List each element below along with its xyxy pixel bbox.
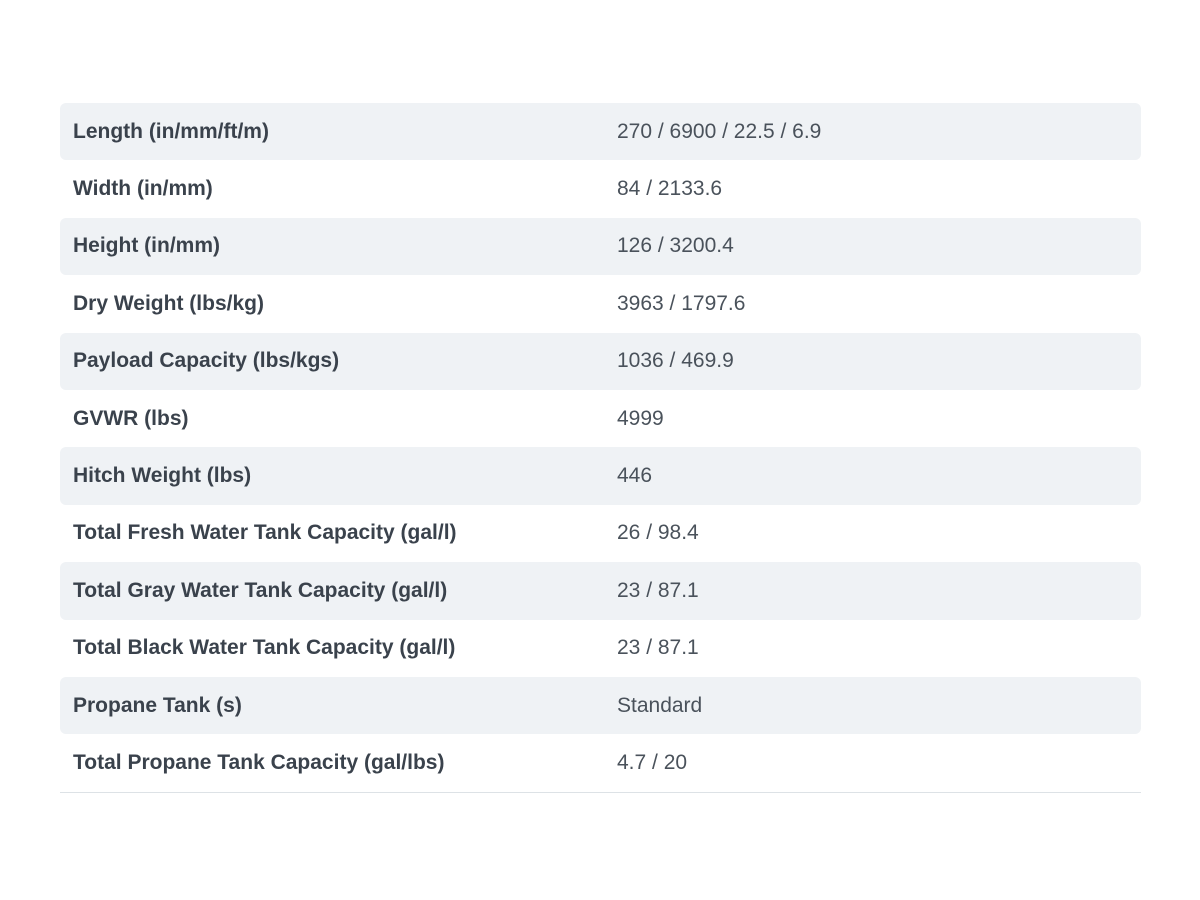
spec-label: Payload Capacity (lbs/kgs) bbox=[73, 349, 340, 373]
spec-value: 23 / 87.1 bbox=[617, 636, 699, 660]
spec-label: Hitch Weight (lbs) bbox=[73, 464, 252, 488]
spec-row-black-water-tank: Total Black Water Tank Capacity (gal/l) … bbox=[60, 620, 1141, 677]
spec-value: 23 / 87.1 bbox=[617, 578, 699, 602]
spec-value: 3963 / 1797.6 bbox=[617, 291, 746, 315]
spec-row-gray-water-tank: Total Gray Water Tank Capacity (gal/l) 2… bbox=[60, 562, 1141, 620]
spec-label: Propane Tank (s) bbox=[73, 693, 242, 717]
spec-row-height: Height (in/mm) 126 / 3200.4 bbox=[60, 217, 1141, 276]
spec-label: Total Fresh Water Tank Capacity (gal/l) bbox=[73, 521, 457, 545]
spec-label: Total Black Water Tank Capacity (gal/l) bbox=[73, 636, 456, 660]
spec-row-length: Length (in/mm/ft/m) 270 / 6900 / 22.5 / … bbox=[60, 103, 1141, 161]
spec-value: 4.7 / 20 bbox=[617, 750, 688, 774]
spec-label: Length (in/mm/ft/m) bbox=[73, 119, 269, 143]
spec-label: Width (in/mm) bbox=[73, 177, 213, 201]
spec-value: Standard bbox=[617, 693, 703, 717]
spec-row-fresh-water-tank: Total Fresh Water Tank Capacity (gal/l) … bbox=[60, 505, 1141, 562]
spec-value: 84 / 2133.6 bbox=[617, 177, 723, 201]
spec-row-propane-tank: Propane Tank (s) Standard bbox=[60, 676, 1141, 735]
spec-row-hitch-weight: Hitch Weight (lbs) 446 bbox=[60, 447, 1141, 505]
spec-label: GVWR (lbs) bbox=[73, 406, 189, 430]
spec-label: Total Gray Water Tank Capacity (gal/l) bbox=[73, 578, 448, 602]
spec-value: 126 / 3200.4 bbox=[617, 234, 734, 258]
spec-label: Total Propane Tank Capacity (gal/lbs) bbox=[73, 750, 445, 774]
spec-row-dry-weight: Dry Weight (lbs/kg) 3963 / 1797.6 bbox=[60, 275, 1141, 332]
spec-row-gvwr: GVWR (lbs) 4999 bbox=[60, 390, 1141, 447]
specifications-table: Length (in/mm/ft/m) 270 / 6900 / 22.5 / … bbox=[60, 103, 1141, 793]
spec-value: 4999 bbox=[617, 406, 664, 430]
spec-row-payload-capacity: Payload Capacity (lbs/kgs) 1036 / 469.9 bbox=[60, 332, 1141, 390]
spec-value: 446 bbox=[617, 464, 653, 488]
spec-value: 270 / 6900 / 22.5 / 6.9 bbox=[617, 119, 822, 143]
spec-row-propane-capacity: Total Propane Tank Capacity (gal/lbs) 4.… bbox=[60, 734, 1141, 791]
spec-row-width: Width (in/mm) 84 / 2133.6 bbox=[60, 160, 1141, 217]
spec-label: Height (in/mm) bbox=[73, 234, 220, 258]
spec-label: Dry Weight (lbs/kg) bbox=[73, 291, 264, 315]
spec-value: 1036 / 469.9 bbox=[617, 349, 734, 373]
spec-value: 26 / 98.4 bbox=[617, 521, 699, 545]
